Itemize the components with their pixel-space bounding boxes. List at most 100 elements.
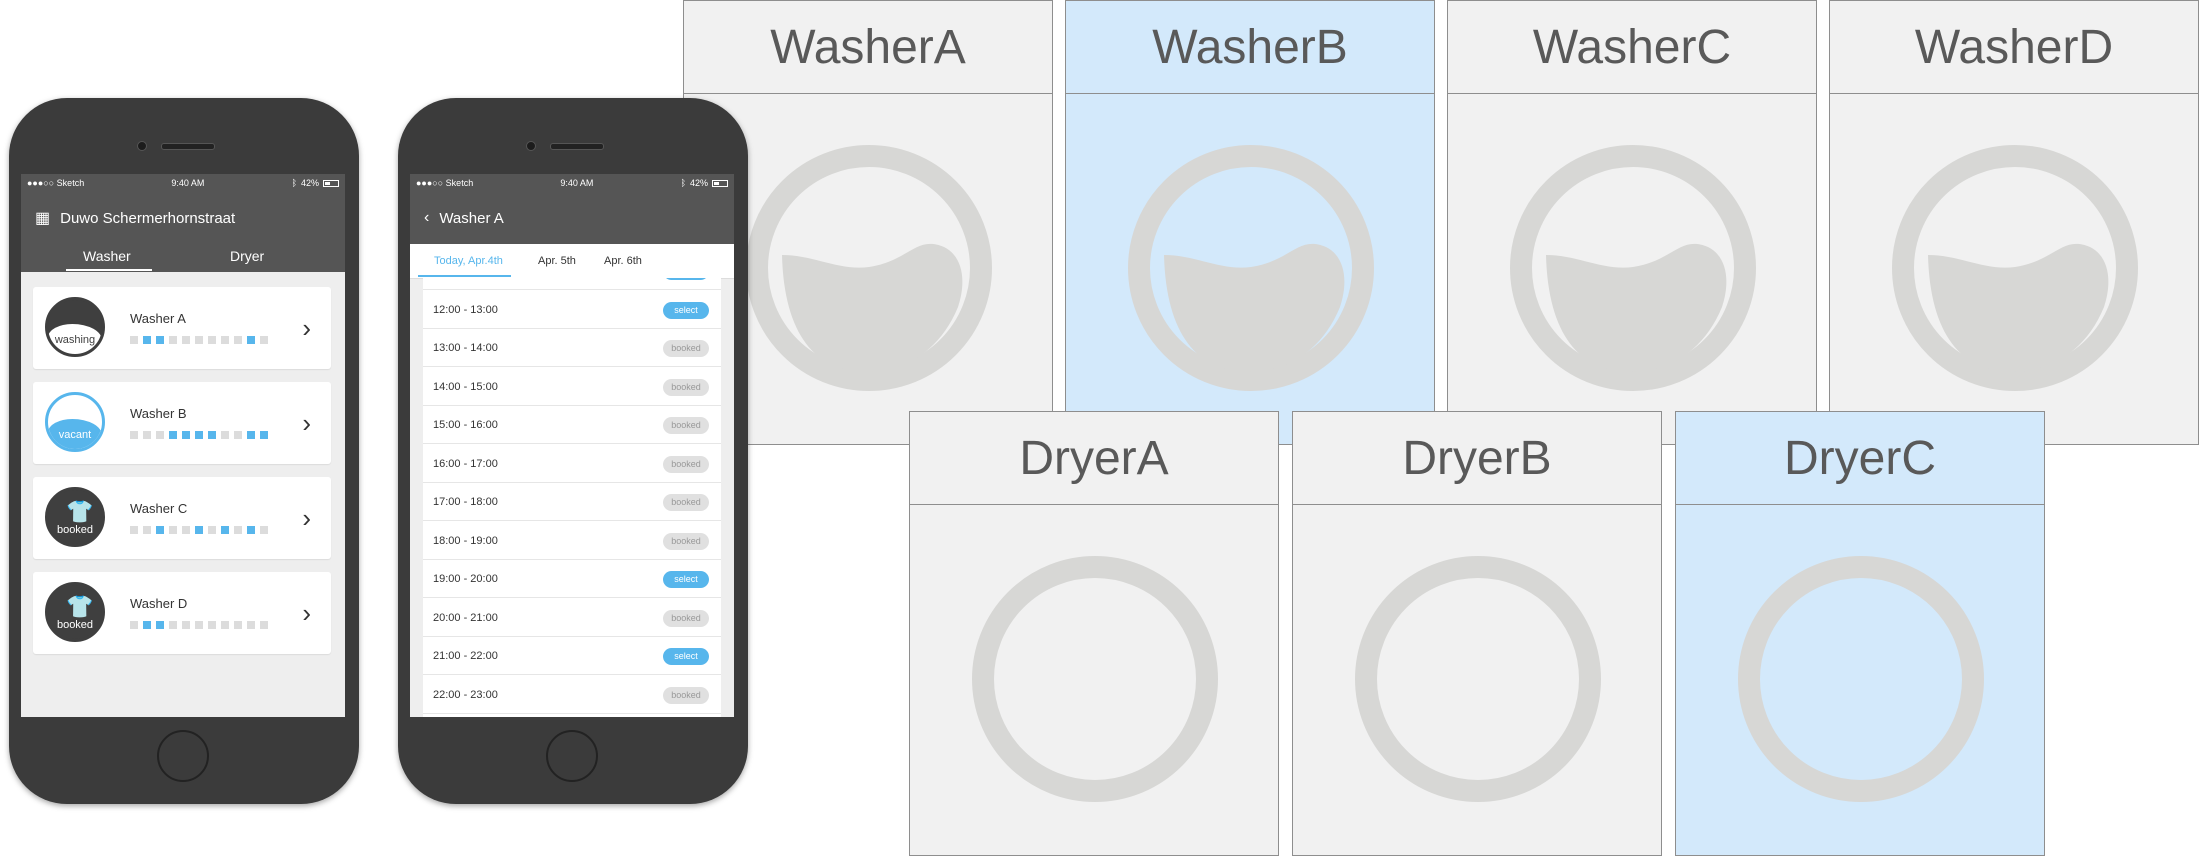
chevron-right-icon[interactable]: ›: [302, 313, 311, 344]
chevron-right-icon[interactable]: ›: [302, 408, 311, 439]
select-button[interactable]: select: [663, 571, 709, 588]
time-slot-row[interactable]: 20:00 - 21:00 booked: [423, 599, 721, 637]
back-chevron-icon[interactable]: ‹: [424, 209, 429, 227]
booked-badge: booked: [663, 494, 709, 511]
booked-badge: booked: [663, 378, 709, 396]
select-button[interactable]: select: [663, 648, 709, 665]
time-slot-row[interactable]: 21:00 - 22:00 select: [423, 637, 721, 675]
slot-free: [221, 336, 229, 344]
time-slot-row[interactable]: 17:00 - 18:00 booked: [423, 483, 721, 521]
time-slot-row[interactable]: 19:00 - 20:00 select: [423, 560, 721, 598]
washer-name: Washer A: [130, 311, 186, 326]
page-title: Washer A: [439, 209, 504, 227]
tab-dryer[interactable]: Dryer: [230, 248, 264, 264]
slot-free: [247, 621, 255, 629]
time-slot-row[interactable]: 11:00 - 12:00select: [423, 278, 721, 290]
slot-booked: [143, 336, 151, 344]
status-right: ᛒ 42%: [292, 178, 339, 188]
slot-free: [195, 336, 203, 344]
slot-free: [182, 621, 190, 629]
washer-card-d[interactable]: WasherD: [1829, 0, 2199, 445]
time-slot-label: 12:00 - 13:00: [433, 303, 498, 316]
slot-booked: [156, 336, 164, 344]
booked-badge: booked: [663, 455, 709, 473]
slot-free: [182, 526, 190, 534]
shirt-icon: 👕: [66, 499, 94, 524]
time-slot-row[interactable]: 22:00 - 23:00 booked: [423, 676, 721, 714]
slot-free: [169, 621, 177, 629]
slot-free: [195, 621, 203, 629]
slot-free: [169, 526, 177, 534]
status-badge-vacant: vacant: [45, 392, 105, 452]
phone-screen: ●●●○○ Sketch 9:40 AM ᛒ 42% ‹ Washer A To…: [410, 174, 734, 717]
chevron-right-icon[interactable]: ›: [302, 598, 311, 629]
dryer-card-c[interactable]: DryerC: [1675, 411, 2045, 856]
washer-list-item[interactable]: vacant Washer B ›: [33, 382, 331, 464]
dryer-card-b[interactable]: DryerB: [1292, 411, 1662, 856]
slot-free: [221, 621, 229, 629]
tab-today[interactable]: Today, Apr.4th: [434, 255, 503, 267]
slot-indicator: [130, 526, 268, 534]
time-slot-row[interactable]: 12:00 - 13:00 select: [423, 291, 721, 329]
washer-list-item[interactable]: 👕 booked Washer D ›: [33, 572, 331, 654]
home-button[interactable]: [546, 730, 598, 782]
clock: 9:40 AM: [171, 178, 205, 188]
slot-indicator: [130, 621, 268, 629]
booked-badge: booked: [663, 417, 709, 434]
washer-card-title: WasherD: [1830, 1, 2198, 94]
washer-drum-icon: [1126, 143, 1376, 393]
select-button[interactable]: select: [663, 301, 709, 319]
slot-free: [156, 431, 164, 439]
slot-free: [182, 336, 190, 344]
slot-free: [221, 431, 229, 439]
slot-booked: [169, 431, 177, 439]
slot-booked: [247, 431, 255, 439]
slot-free: [234, 526, 242, 534]
time-slot-label: 18:00 - 19:00: [433, 534, 498, 547]
time-slot-row[interactable]: 18:00 - 19:00 booked: [423, 522, 721, 560]
select-button[interactable]: select: [663, 278, 709, 280]
time-slot-row[interactable]: 16:00 - 17:00 booked: [423, 445, 721, 483]
washer-card-title: WasherB: [1066, 1, 1434, 94]
battery-icon: [323, 179, 339, 187]
tab-apr-6[interactable]: Apr. 6th: [604, 255, 642, 267]
washer-list-item[interactable]: washing Washer A ›: [33, 287, 331, 369]
time-slot-list[interactable]: 11:00 - 12:00select 12:00 - 13:00 select 13…: [423, 278, 721, 717]
time-slot-row[interactable]: 14:00 - 15:00 booked: [423, 368, 721, 406]
slot-booked: [156, 621, 164, 629]
shirt-icon: 👕: [66, 594, 94, 619]
slot-free: [130, 336, 138, 344]
dryer-card-title: DryerA: [910, 412, 1278, 505]
slot-booked: [143, 621, 151, 629]
slot-booked: [260, 431, 268, 439]
active-tab-indicator: [66, 269, 152, 271]
washer-card-c[interactable]: WasherC: [1447, 0, 1817, 445]
slot-free: [260, 621, 268, 629]
time-slot-label: 22:00 - 23:00: [433, 688, 498, 701]
slot-free: [130, 526, 138, 534]
time-slot-row[interactable]: 13:00 - 14:00 booked: [423, 329, 721, 367]
nav-bar: ▦ Duwo Schermerhornstraat: [21, 192, 345, 244]
booked-badge: booked: [663, 532, 709, 550]
dryer-card-a[interactable]: DryerA: [909, 411, 1279, 856]
tab-washer[interactable]: Washer: [83, 248, 131, 264]
home-button[interactable]: [157, 730, 209, 782]
phone-list: ●●●○○ Sketch 9:40 AM ᛒ 42% ▦ Duwo Scherm…: [9, 98, 359, 804]
washer-card-title: WasherC: [1448, 1, 1816, 94]
time-slot-row[interactable]: 15:00 - 16:00 booked: [423, 406, 721, 444]
time-slot-label: 21:00 - 22:00: [433, 650, 498, 662]
camera: [526, 141, 536, 151]
washer-drum-icon: [1890, 143, 2140, 393]
slot-free: [260, 526, 268, 534]
slot-indicator: [130, 431, 268, 439]
chevron-right-icon[interactable]: ›: [302, 503, 311, 534]
tab-apr-5[interactable]: Apr. 5th: [538, 255, 576, 267]
slot-free: [169, 336, 177, 344]
slot-free: [130, 431, 138, 439]
date-tabs: Today, Apr.4th Apr. 5th Apr. 6th: [410, 244, 734, 279]
building-icon: ▦: [35, 210, 51, 227]
slot-free: [234, 336, 242, 344]
washer-card-b[interactable]: WasherB: [1065, 0, 1435, 445]
booked-badge: booked: [663, 340, 709, 357]
washer-list-item[interactable]: 👕 booked Washer C ›: [33, 477, 331, 559]
